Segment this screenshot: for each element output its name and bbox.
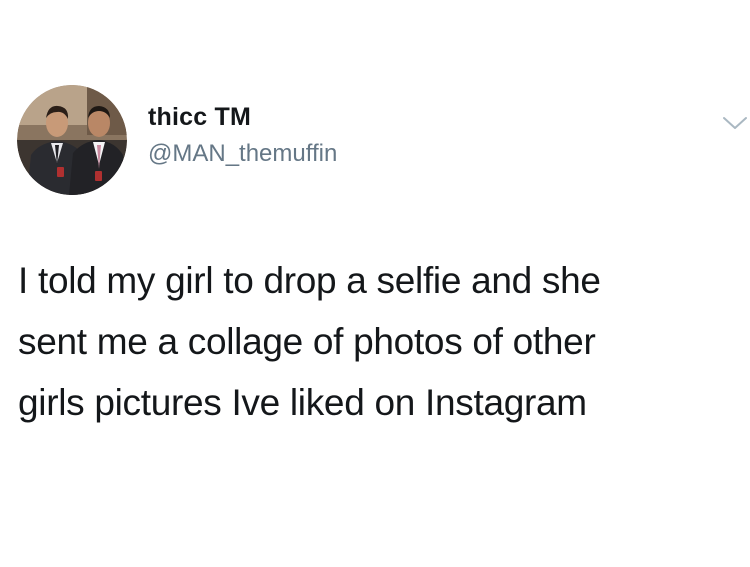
profile-avatar[interactable] xyxy=(17,85,127,195)
author-handle[interactable]: @MAN_themuffin xyxy=(148,140,337,168)
tweet-body-text: I told my girl to drop a selfie and she … xyxy=(18,260,601,423)
avatar-photo-icon xyxy=(17,85,127,195)
tweet-card: thicc TM @MAN_themuffin I told my girl t… xyxy=(0,0,750,567)
author-display-name[interactable]: thicc TM xyxy=(148,103,251,132)
chevron-down-icon[interactable] xyxy=(720,108,750,138)
